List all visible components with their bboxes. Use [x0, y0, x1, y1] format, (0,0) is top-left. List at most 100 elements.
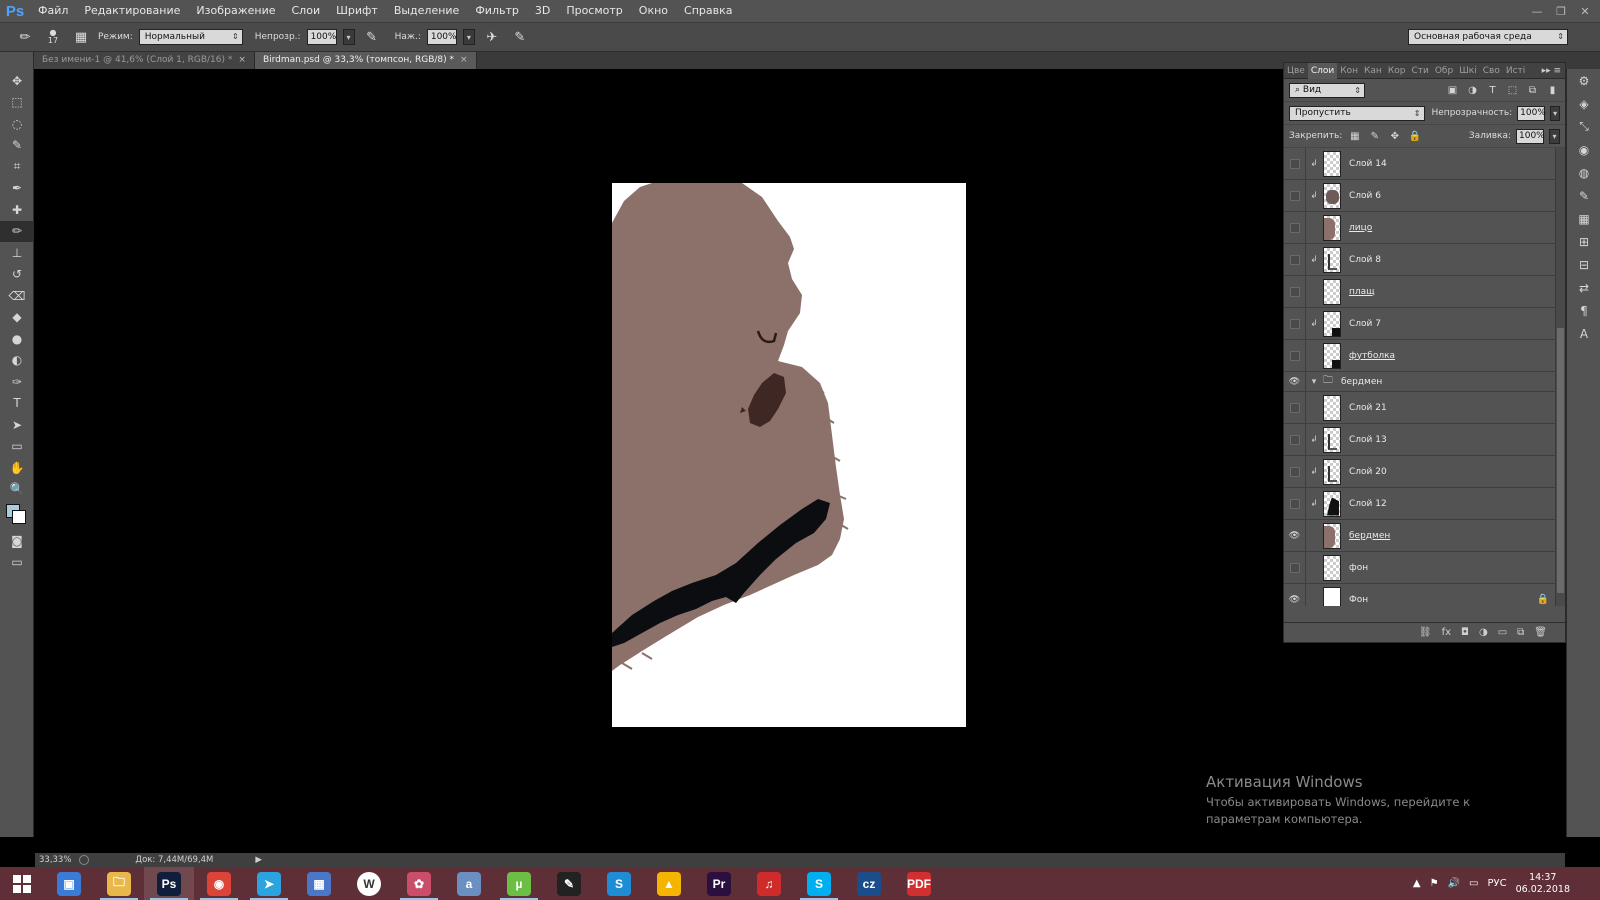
shape-tool[interactable]: ▭: [0, 436, 34, 458]
document-tab-0[interactable]: Без имени-1 @ 41,6% (Слой 1, RGB/16) * ×: [34, 52, 255, 69]
wps-taskbar-button[interactable]: W: [344, 867, 394, 900]
visibility-toggle[interactable]: [1284, 179, 1306, 212]
layer-scrollbar[interactable]: [1555, 148, 1565, 606]
brush-tool[interactable]: ✏: [0, 220, 34, 242]
layer-row[interactable]: плащ: [1284, 275, 1565, 308]
layer-row[interactable]: ↲ Слой 6: [1284, 179, 1565, 212]
lock-position-icon[interactable]: ✥: [1387, 129, 1402, 144]
filter-adjustment-icon[interactable]: ◑: [1465, 83, 1480, 98]
status-menu-arrow-icon[interactable]: ▶: [255, 855, 262, 865]
visibility-toggle[interactable]: [1284, 211, 1306, 244]
panel-strip-icon-9[interactable]: ⇄: [1567, 276, 1600, 299]
brush-panel-icon[interactable]: ▦: [70, 26, 92, 48]
healing-tool[interactable]: ✚: [0, 199, 34, 221]
pressure-size-icon[interactable]: ✎: [509, 26, 531, 48]
visibility-toggle[interactable]: 👁: [1284, 371, 1306, 392]
menu-item-10[interactable]: Справка: [676, 0, 740, 22]
panel-strip-icon-11[interactable]: A: [1567, 322, 1600, 345]
menu-item-8[interactable]: Просмотр: [558, 0, 630, 22]
layer-row[interactable]: футболка: [1284, 339, 1565, 372]
hand-tool[interactable]: ✋: [0, 457, 34, 479]
visibility-toggle[interactable]: [1284, 243, 1306, 276]
filter-shape-icon[interactable]: ⬚: [1505, 83, 1520, 98]
blur-tool[interactable]: ●: [0, 328, 34, 350]
chrome-taskbar-button[interactable]: ◉: [194, 867, 244, 900]
panel-tab-2[interactable]: Кон: [1337, 63, 1361, 79]
visibility-toggle[interactable]: 👁: [1284, 583, 1306, 606]
lock-transparency-icon[interactable]: ▦: [1347, 129, 1362, 144]
trash-icon[interactable]: 🗑: [1534, 627, 1547, 638]
menu-item-5[interactable]: Выделение: [386, 0, 468, 22]
font-app-taskbar-button[interactable]: a: [444, 867, 494, 900]
marquee-tool[interactable]: ⬚: [0, 92, 34, 114]
menu-item-6[interactable]: Фильтр: [467, 0, 527, 22]
panel-menu-icon[interactable]: ▸▸ ≡: [1542, 63, 1561, 79]
layer-row[interactable]: ↲ Слой 7: [1284, 307, 1565, 340]
panel-tab-4[interactable]: Кор: [1385, 63, 1409, 79]
minimize-button[interactable]: —: [1526, 3, 1548, 19]
opacity-dropdown[interactable]: ▾: [342, 29, 355, 45]
panel-tab-9[interactable]: Исті: [1503, 63, 1528, 79]
dodge-tool[interactable]: ◐: [0, 350, 34, 372]
flow-dropdown[interactable]: ▾: [462, 29, 475, 45]
visibility-toggle[interactable]: [1284, 307, 1306, 340]
headphones-app-taskbar-button[interactable]: ♫: [744, 867, 794, 900]
quick-select-tool[interactable]: ✎: [0, 135, 34, 157]
visibility-toggle[interactable]: 👁: [1284, 519, 1306, 552]
panel-strip-icon-5[interactable]: ✎: [1567, 184, 1600, 207]
panel-tab-8[interactable]: Сво: [1480, 63, 1503, 79]
layer-row[interactable]: ↲ Слой 8: [1284, 243, 1565, 276]
fill-input[interactable]: 100%: [1516, 128, 1545, 144]
visibility-toggle[interactable]: [1284, 339, 1306, 372]
adjustment-icon[interactable]: ◑: [1479, 627, 1488, 638]
panel-tab-3[interactable]: Кан: [1361, 63, 1385, 79]
zoom-tool[interactable]: 🔍: [0, 479, 34, 501]
screen-mode-tool[interactable]: ▭: [0, 552, 34, 574]
layer-row[interactable]: Слой 21: [1284, 391, 1565, 424]
language-indicator[interactable]: РУС: [1487, 878, 1506, 889]
visibility-toggle[interactable]: [1284, 275, 1306, 308]
filter-toggle-icon[interactable]: ▮: [1545, 83, 1560, 98]
document-tab-1[interactable]: Birdman.psd @ 33,3% (томпсон, RGB/8) * ×: [254, 52, 477, 69]
menu-item-1[interactable]: Редактирование: [76, 0, 188, 22]
layer-row[interactable]: ↲ Слой 14: [1284, 148, 1565, 180]
layer-row[interactable]: ↲ Слой 13: [1284, 423, 1565, 456]
layer-row[interactable]: 👁 ▾ 🗀 бердмен: [1284, 371, 1565, 392]
lasso-tool[interactable]: ◌: [0, 113, 34, 135]
photoshop-taskbar-button[interactable]: Ps: [144, 867, 194, 900]
type-tool[interactable]: T: [0, 393, 34, 415]
stamp-tool[interactable]: ⊥: [0, 242, 34, 264]
panel-strip-icon-4[interactable]: ◍: [1567, 161, 1600, 184]
panel-strip-icon-6[interactable]: ▦: [1567, 207, 1600, 230]
panel-strip-icon-3[interactable]: ◉: [1567, 138, 1600, 161]
brush-tool-preset-icon[interactable]: ✏: [14, 26, 36, 48]
mode-select[interactable]: Нормальный: [138, 29, 243, 45]
artboard[interactable]: [612, 183, 966, 727]
paint-app-taskbar-button[interactable]: ✿: [394, 867, 444, 900]
layer-row[interactable]: ↲ Слой 20: [1284, 455, 1565, 488]
blend-mode-select[interactable]: Пропустить: [1289, 105, 1425, 121]
layer-opacity-dropdown[interactable]: ▾: [1550, 105, 1560, 121]
network-icon[interactable]: ▭: [1469, 878, 1478, 889]
calculator-taskbar-button[interactable]: ▦: [294, 867, 344, 900]
visibility-toggle[interactable]: [1284, 391, 1306, 424]
brush-size-picker[interactable]: ● 17: [42, 26, 64, 48]
pressure-opacity-icon[interactable]: ✎: [361, 26, 383, 48]
visibility-toggle[interactable]: [1284, 551, 1306, 584]
panel-tab-7[interactable]: Шкі: [1456, 63, 1480, 79]
group-icon[interactable]: ▭: [1498, 627, 1507, 638]
move-tool[interactable]: ✥: [0, 70, 34, 92]
pen-tool[interactable]: ✑: [0, 371, 34, 393]
panel-strip-icon-10[interactable]: ¶: [1567, 299, 1600, 322]
airbrush-icon[interactable]: ✈: [481, 26, 503, 48]
fill-dropdown[interactable]: ▾: [1549, 128, 1560, 144]
filter-type-icon[interactable]: T: [1485, 83, 1500, 98]
skype-taskbar-button[interactable]: S: [794, 867, 844, 900]
cz-app-taskbar-button[interactable]: cz: [844, 867, 894, 900]
layer-scrollbar-thumb[interactable]: [1557, 328, 1564, 593]
opacity-input[interactable]: 100%: [306, 29, 337, 45]
quick-mask-tool[interactable]: ◙: [0, 530, 34, 552]
panel-tab-1[interactable]: Слои: [1307, 62, 1338, 79]
layer-row[interactable]: фон: [1284, 551, 1565, 584]
visibility-toggle[interactable]: [1284, 487, 1306, 520]
